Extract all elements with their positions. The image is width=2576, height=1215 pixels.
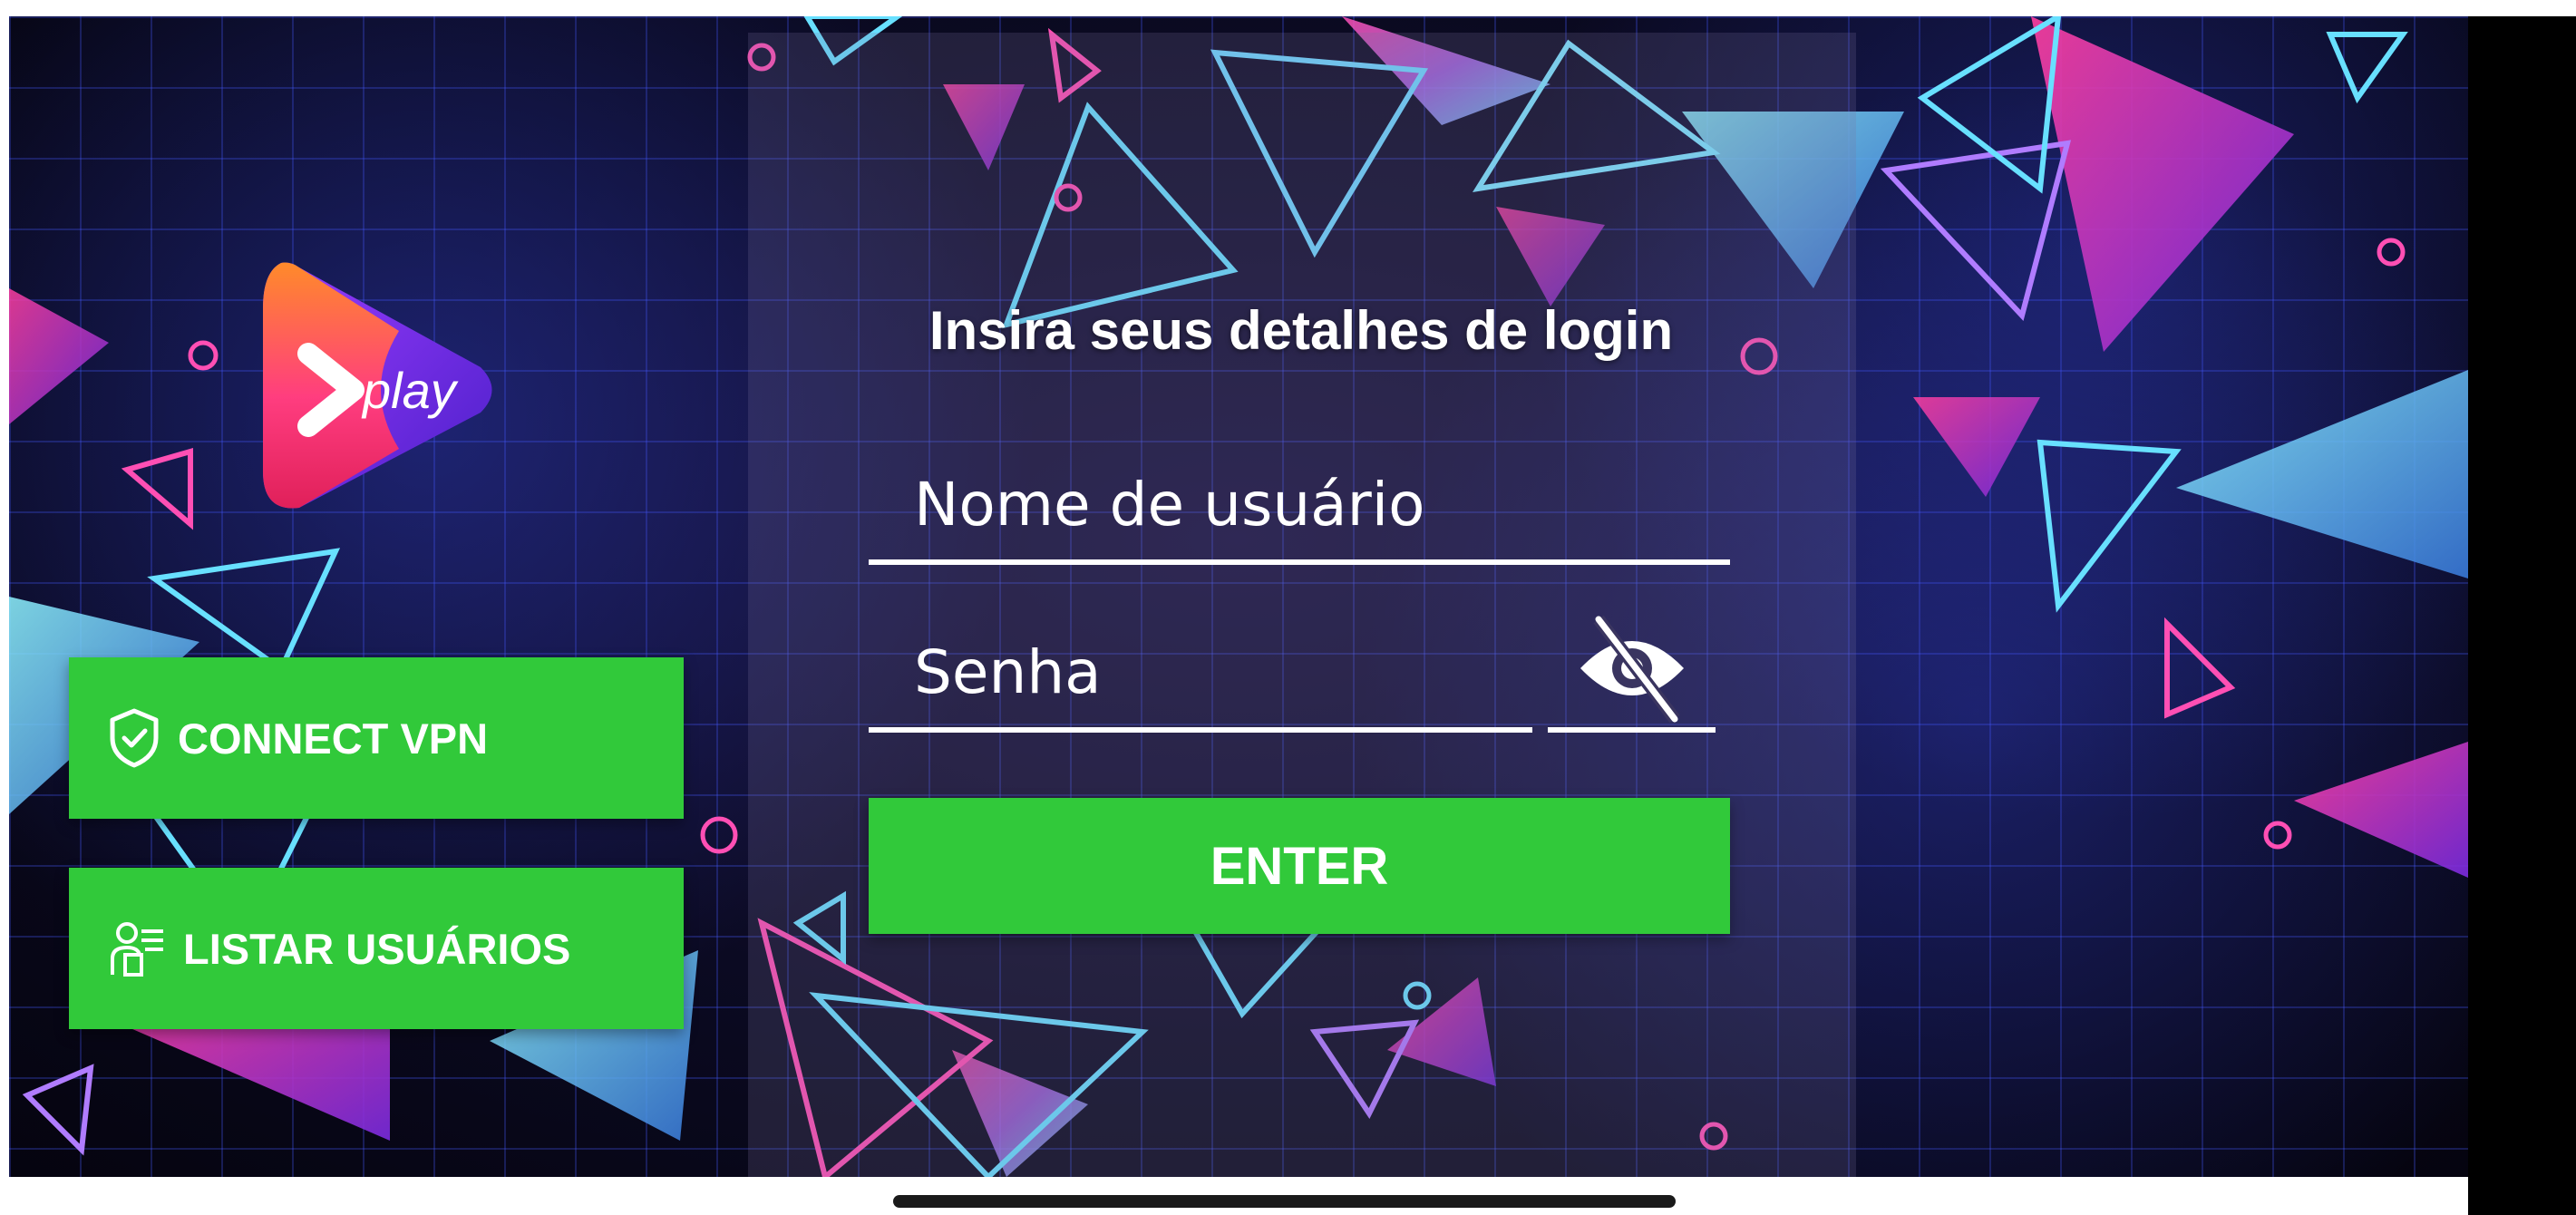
connect-vpn-label: CONNECT VPN xyxy=(178,714,489,763)
login-title: Insira seus detalhes de login xyxy=(928,300,1674,361)
play-logo: play xyxy=(263,262,492,509)
list-users-button[interactable]: LISTAR USUÁRIOS xyxy=(69,868,684,1029)
enter-button[interactable]: ENTER xyxy=(869,798,1730,934)
eye-off-icon xyxy=(1580,615,1684,723)
logo-text: play xyxy=(361,362,459,419)
list-users-label: LISTAR USUÁRIOS xyxy=(183,924,571,973)
connect-vpn-button[interactable]: CONNECT VPN xyxy=(69,657,684,819)
login-panel-backdrop xyxy=(748,33,1856,1177)
password-input[interactable] xyxy=(869,617,1532,733)
screen-edge xyxy=(2468,16,2576,1215)
password-visibility-toggle[interactable] xyxy=(1548,609,1716,733)
home-indicator xyxy=(893,1195,1676,1208)
user-list-icon xyxy=(111,922,163,977)
shield-check-icon xyxy=(110,708,159,768)
username-input[interactable] xyxy=(869,449,1730,565)
